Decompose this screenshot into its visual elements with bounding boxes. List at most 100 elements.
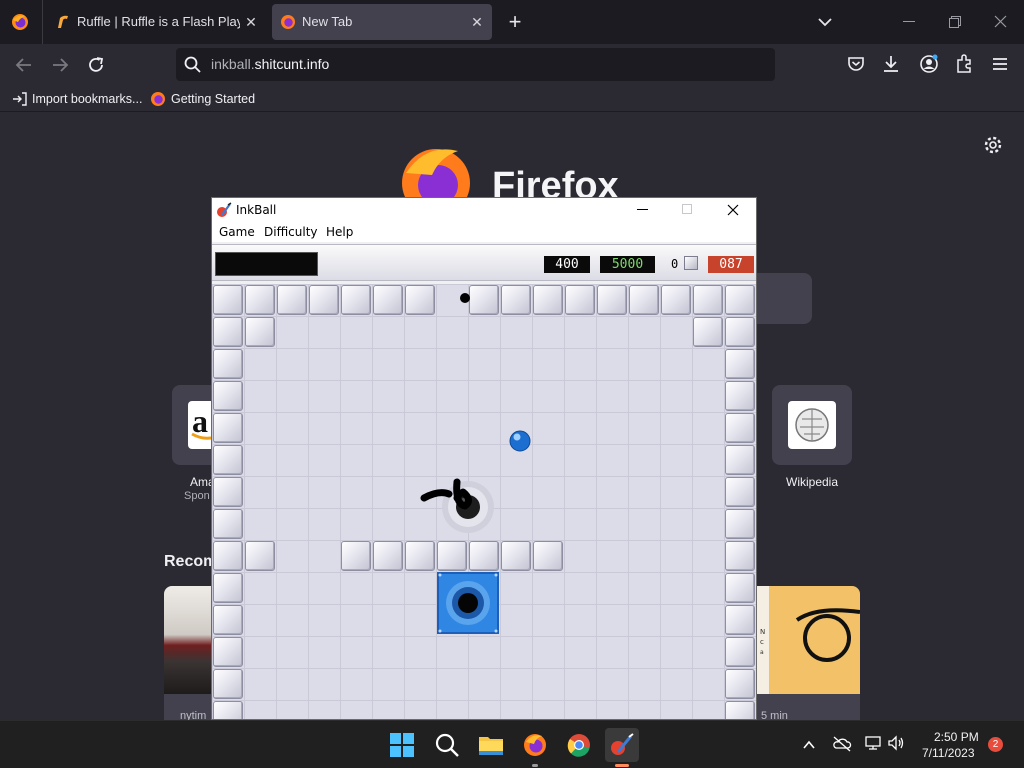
svg-text:N: N xyxy=(760,628,765,636)
wall-block xyxy=(725,285,755,315)
minimize-window-icon[interactable] xyxy=(903,21,915,22)
reload-icon[interactable] xyxy=(86,55,106,75)
search-bar-peek[interactable] xyxy=(756,273,812,324)
menu-help[interactable]: Help xyxy=(326,225,353,239)
score-display: 400 xyxy=(544,256,590,273)
import-icon xyxy=(12,92,27,106)
tab-divider xyxy=(42,0,43,44)
menu-hamburger-icon[interactable] xyxy=(992,57,1008,71)
wall-block xyxy=(373,541,403,571)
wall-block xyxy=(725,477,755,507)
url-text[interactable]: inkball.shitcunt.info xyxy=(211,56,329,72)
url-bar[interactable]: inkball.shitcunt.info xyxy=(176,48,775,81)
story-image: Nca xyxy=(757,586,860,694)
minimize-icon[interactable] xyxy=(637,209,648,210)
grid-line xyxy=(500,284,501,719)
shortcut-tile-wikipedia[interactable] xyxy=(772,385,852,465)
volume-icon[interactable] xyxy=(887,735,905,751)
wall-block xyxy=(597,285,627,315)
ball-queue-panel xyxy=(215,252,318,276)
story-card[interactable]: Nca 5 min xyxy=(757,586,860,720)
windows-taskbar: 2:50 PM 7/11/2023 2 xyxy=(0,720,1024,768)
ruffle-icon xyxy=(56,15,70,29)
game-board[interactable] xyxy=(212,284,756,719)
settings-gear-icon[interactable] xyxy=(983,135,1003,155)
bookmark-label: Getting Started xyxy=(171,92,256,106)
tab-ruffle[interactable]: Ruffle | Ruffle is a Flash Player e ✕ xyxy=(48,4,266,40)
firefox-taskbar-icon[interactable] xyxy=(518,728,552,767)
wall-block xyxy=(245,317,275,347)
onedrive-offline-icon[interactable] xyxy=(832,736,852,752)
tab-title: New Tab xyxy=(302,14,353,29)
grid-line xyxy=(212,348,756,349)
search-icon[interactable] xyxy=(430,728,464,762)
bookmark-getting-started[interactable]: Getting Started xyxy=(150,90,255,108)
inkball-window[interactable]: InkBall Game Difficulty Help 400 5000 0 … xyxy=(211,197,757,720)
tab-strip: Ruffle | Ruffle is a Flash Player e ✕ Ne… xyxy=(0,0,1024,44)
firefox-logo-icon xyxy=(396,143,480,217)
network-icon[interactable] xyxy=(864,735,882,751)
wall-block xyxy=(213,541,243,571)
wall-block xyxy=(725,349,755,379)
menu-difficulty[interactable]: Difficulty xyxy=(264,225,318,239)
wall-block xyxy=(405,285,435,315)
grid-line xyxy=(276,284,277,719)
restore-window-icon[interactable] xyxy=(949,15,961,28)
inkball-titlebar[interactable]: InkBall xyxy=(212,198,756,222)
start-button[interactable] xyxy=(385,728,419,762)
grid-line xyxy=(212,412,756,413)
grid-line xyxy=(212,636,756,637)
wall-block xyxy=(725,413,755,443)
close-tab-icon[interactable]: ✕ xyxy=(242,13,260,31)
tab-new-tab[interactable]: New Tab ✕ xyxy=(272,4,492,40)
wall-block xyxy=(725,541,755,571)
story-card[interactable]: nytim xyxy=(164,586,212,720)
menu-game[interactable]: Game xyxy=(219,225,255,239)
clock-time[interactable]: 2:50 PM xyxy=(934,730,979,744)
list-all-tabs-chevron-icon[interactable] xyxy=(816,14,834,30)
grid-line xyxy=(308,284,309,719)
downloads-icon[interactable] xyxy=(882,54,900,74)
inkball-taskbar-icon[interactable] xyxy=(605,728,639,767)
wall-block xyxy=(725,509,755,539)
sponsored-label: Spon xyxy=(184,490,210,502)
account-icon[interactable] xyxy=(919,54,939,74)
pocket-icon[interactable] xyxy=(847,55,865,73)
grid-line xyxy=(212,316,756,317)
grid-line xyxy=(596,284,597,719)
wall-block xyxy=(213,509,243,539)
ball-counter-icon xyxy=(684,256,698,270)
grid-line xyxy=(212,444,756,445)
show-hidden-icons-chevron-icon[interactable] xyxy=(802,738,816,750)
blue-ball xyxy=(509,430,531,452)
wall-block xyxy=(725,573,755,603)
back-arrow-icon[interactable] xyxy=(14,56,34,74)
bookmark-import[interactable]: Import bookmarks... xyxy=(12,90,142,108)
wall-block xyxy=(341,541,371,571)
wikipedia-globe-icon xyxy=(788,401,836,449)
wall-block xyxy=(501,541,531,571)
wall-block xyxy=(309,285,339,315)
wall-block xyxy=(725,317,755,347)
forward-arrow-icon[interactable] xyxy=(50,56,70,74)
grid-line xyxy=(244,284,245,719)
new-tab-button[interactable]: + xyxy=(503,8,527,36)
clock-date[interactable]: 7/11/2023 xyxy=(922,746,975,760)
extensions-icon[interactable] xyxy=(955,54,974,74)
notification-badge[interactable]: 2 xyxy=(988,737,1003,752)
wall-block xyxy=(725,637,755,667)
close-icon[interactable] xyxy=(727,203,739,216)
close-tab-icon[interactable]: ✕ xyxy=(468,13,486,31)
chrome-icon[interactable] xyxy=(562,728,596,762)
wall-block xyxy=(469,541,499,571)
wall-block xyxy=(661,285,691,315)
wall-block xyxy=(213,445,243,475)
wall-block xyxy=(245,541,275,571)
wall-block xyxy=(469,285,499,315)
story-source: nytim xyxy=(180,710,207,720)
file-explorer-icon[interactable] xyxy=(474,728,508,762)
firefox-view-icon[interactable] xyxy=(10,12,30,32)
grid-line xyxy=(660,284,661,719)
close-window-icon[interactable] xyxy=(994,15,1007,28)
blue-hole xyxy=(437,572,499,634)
